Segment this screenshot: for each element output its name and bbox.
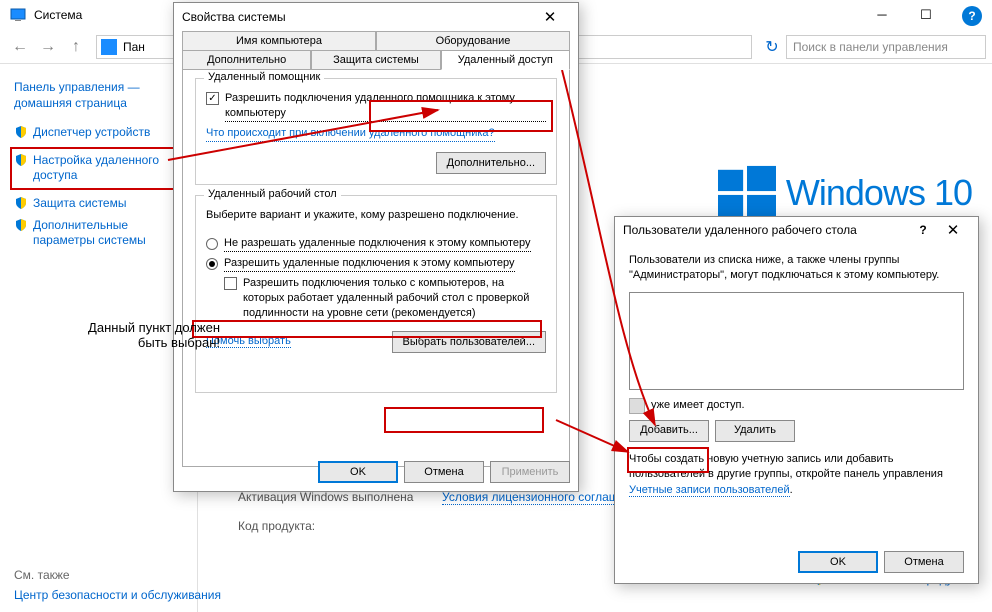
close-button[interactable]: ✕ bbox=[936, 221, 970, 239]
maximize-button[interactable]: ☐ bbox=[904, 0, 948, 30]
cancel-button[interactable]: Отмена bbox=[884, 551, 964, 573]
system-properties-dialog: Свойства системы ✕ Имя компьютера Оборуд… bbox=[173, 2, 579, 492]
sidebar-item-system-protection[interactable]: Защита системы bbox=[14, 196, 191, 212]
user-accounts-link[interactable]: Учетные записи пользователей bbox=[629, 484, 790, 497]
back-button[interactable]: ← bbox=[6, 33, 34, 61]
radio-icon bbox=[206, 258, 218, 270]
sidebar-item-advanced-settings[interactable]: Дополнительные параметры системы bbox=[14, 218, 191, 249]
sidebar-item-device-manager[interactable]: Диспетчер устройств bbox=[14, 125, 191, 141]
breadcrumb: Пан bbox=[123, 40, 145, 54]
shield-icon bbox=[14, 196, 28, 210]
apply-button[interactable]: Применить bbox=[490, 461, 570, 483]
select-users-button[interactable]: Выбрать пользователей... bbox=[392, 331, 547, 353]
allow-remote-assistance-checkbox[interactable]: ✓ Разрешить подключения удаленного помощ… bbox=[206, 91, 546, 122]
windows-icon bbox=[718, 164, 776, 222]
search-input[interactable]: Поиск в панели управления bbox=[786, 35, 986, 59]
sidebar-item-remote-settings[interactable]: Настройка удаленного доступа bbox=[14, 153, 189, 184]
remote-desktop-group: Удаленный рабочий стол Выберите вариант … bbox=[195, 195, 557, 393]
users-listbox[interactable] bbox=[629, 292, 964, 390]
ok-button[interactable]: OK bbox=[798, 551, 878, 573]
cp-home-link[interactable]: Панель управления — домашняя страница bbox=[14, 80, 191, 111]
ok-button[interactable]: OK bbox=[318, 461, 398, 483]
nla-checkbox[interactable]: Разрешить подключения только с компьютер… bbox=[224, 276, 546, 321]
remote-users-dialog: Пользователи удаленного рабочего стола ?… bbox=[614, 216, 979, 584]
up-button[interactable]: ↑ bbox=[62, 33, 90, 61]
help-icon[interactable]: ? bbox=[962, 6, 982, 26]
tab-computer-name[interactable]: Имя компьютера bbox=[182, 31, 376, 51]
cancel-button[interactable]: Отмена bbox=[404, 461, 484, 483]
remove-user-button[interactable]: Удалить bbox=[715, 420, 795, 442]
tab-advanced[interactable]: Дополнительно bbox=[182, 50, 311, 70]
radio-icon bbox=[206, 238, 218, 250]
tab-remote[interactable]: Удаленный доступ bbox=[441, 50, 570, 70]
refresh-button[interactable]: ↻ bbox=[758, 33, 786, 61]
tab-hardware[interactable]: Оборудование bbox=[376, 31, 570, 51]
windows-10-logo: Windows 10 bbox=[718, 164, 972, 222]
user-icon bbox=[629, 398, 645, 414]
sidebar-footer: См. также Центр безопасности и обслужива… bbox=[14, 568, 221, 602]
tab-protection[interactable]: Защита системы bbox=[311, 50, 440, 70]
shield-icon bbox=[14, 125, 28, 139]
add-user-button[interactable]: Добавить... bbox=[629, 420, 709, 442]
allow-remote-radio[interactable]: Разрешить удаленные подключения к этому … bbox=[206, 256, 546, 272]
ra-help-link[interactable]: Что происходит при включении удаленного … bbox=[206, 126, 495, 142]
deny-remote-radio[interactable]: Не разрешать удаленные подключения к это… bbox=[206, 236, 546, 252]
current-user-access: уже имеет доступ. bbox=[629, 398, 964, 414]
rdu-note: Чтобы создать новую учетную запись или д… bbox=[629, 452, 964, 498]
shield-icon bbox=[14, 218, 28, 232]
checkbox-icon bbox=[224, 277, 237, 290]
shield-icon bbox=[14, 153, 28, 167]
close-button[interactable]: ✕ bbox=[530, 8, 570, 26]
minimize-button[interactable]: ─ bbox=[860, 0, 904, 30]
rdu-description: Пользователи из списка ниже, а также чле… bbox=[629, 253, 964, 284]
forward-button[interactable]: → bbox=[34, 33, 62, 61]
checkbox-icon: ✓ bbox=[206, 92, 219, 105]
security-center-link[interactable]: Центр безопасности и обслуживания bbox=[14, 588, 221, 602]
system-icon bbox=[10, 7, 26, 23]
dialog-titlebar: Свойства системы ✕ bbox=[174, 3, 578, 31]
annotation-text: Данный пункт должен быть выбран! bbox=[60, 320, 220, 350]
monitor-icon bbox=[101, 39, 117, 55]
dialog-titlebar: Пользователи удаленного рабочего стола ?… bbox=[615, 217, 978, 243]
ra-advanced-button[interactable]: Дополнительно... bbox=[436, 152, 546, 174]
remote-assistance-group: Удаленный помощник ✓ Разрешить подключен… bbox=[195, 78, 557, 185]
help-button[interactable]: ? bbox=[910, 223, 936, 237]
tab-strip: Имя компьютера Оборудование Дополнительн… bbox=[182, 31, 570, 69]
